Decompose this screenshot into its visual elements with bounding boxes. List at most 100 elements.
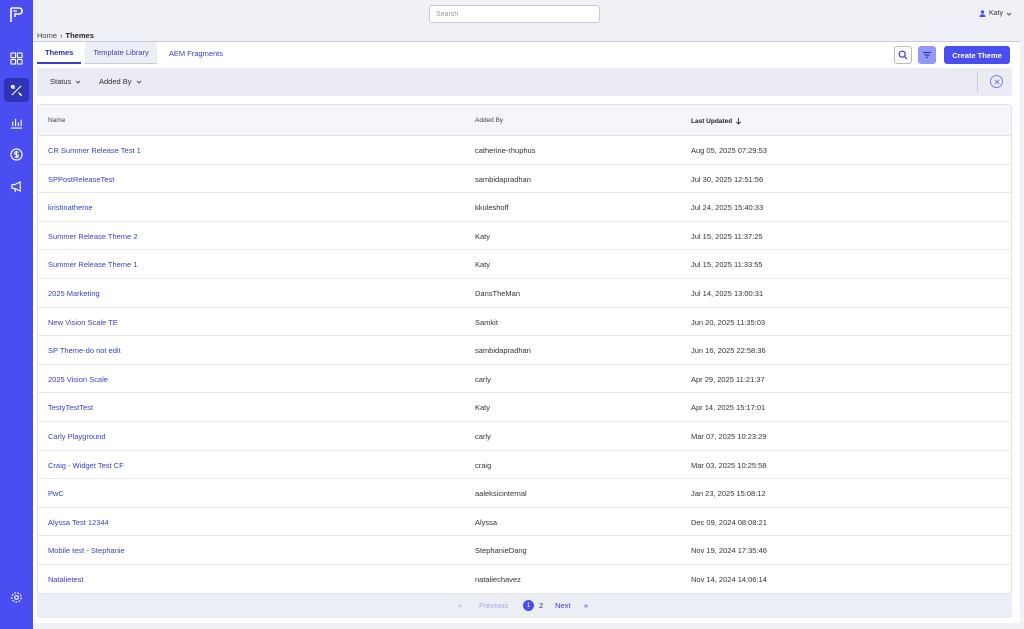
status-filter-label: Status [50,77,72,86]
theme-name-link[interactable]: 2025 Vision Scale [48,375,108,384]
last-updated-cell: Jul 14, 2025 13:00:31 [691,288,764,298]
sidebar-themes[interactable] [4,78,29,102]
app-logo-icon[interactable] [8,6,24,24]
theme-name-link[interactable]: 2025 Marketing [48,289,100,298]
theme-name-link[interactable]: Craig - Widget Test CF [48,461,124,470]
table-row[interactable]: Summer Release Theme 1 Katy Jul 15, 2025 1… [38,250,1011,279]
column-added-by-label: Added By [475,117,504,124]
pagination: « Previous 1 2 Next » [37,594,1012,618]
user-menu[interactable]: Katy [979,10,1012,17]
breadcrumb-home[interactable]: Home [37,31,57,40]
sidebar-analytics[interactable] [4,110,29,134]
filter-toggle-button[interactable] [918,46,936,64]
last-updated-cell: Apr 29, 2025 11:21:37 [691,374,765,384]
tab-template-library[interactable]: Template Library [85,42,157,64]
first-page-button[interactable]: « [458,601,462,610]
table-row[interactable]: TestyTestTest Katy Apr 14, 2025 15:17:01 [38,393,1011,422]
sidebar-settings[interactable] [4,585,29,609]
added-by-cell: aaleksicinternal [475,489,527,499]
clear-filters-button[interactable] [990,75,1003,88]
table-row[interactable]: 2025 Vision Scale carly Apr 29, 2025 11:21… [38,365,1011,394]
theme-name-link[interactable]: TestyTestTest [48,403,93,412]
table-row[interactable]: Craig - Widget Test CF craig Mar 03, 2025 … [38,451,1011,480]
sidebar [0,0,33,629]
next-page-button[interactable]: Next [555,601,570,610]
theme-name-link[interactable]: kristinatheme [48,203,93,212]
theme-name-link[interactable]: SP Theme-do not edit [48,346,121,355]
sidebar-dashboard[interactable] [4,46,29,70]
sidebar-campaigns[interactable] [4,174,29,198]
added-by-cell: Katy [475,231,491,241]
column-last-updated-header[interactable]: Last Updated [691,117,742,125]
table-row[interactable]: SPPostReleaseTest sambidapradhan Jul 30, 2… [38,165,1011,194]
tab-aem-fragments[interactable]: AEM Fragments [161,42,231,64]
close-icon [994,79,999,84]
theme-name-link[interactable]: SPPostReleaseTest [48,175,114,184]
added-by-cell: sambidapradhan [475,346,531,356]
theme-name-link[interactable]: Summer Release Theme 2 [48,232,137,241]
table-row[interactable]: Mobile test - Stephanie StephanieDang Nov … [38,536,1011,565]
added-by-cell: Alyssa [475,517,498,527]
dollar-icon [10,147,23,161]
previous-page-button[interactable]: Previous [479,601,508,610]
table-row[interactable]: kristinatheme kkuleshoff Jul 24, 2025 15:4… [38,193,1011,222]
table-row[interactable]: 2025 Marketing DansTheMan Jul 14, 2025 13:… [38,279,1011,308]
table-row[interactable]: PwC aaleksicinternal Jan 23, 2025 15:08:12 [38,479,1011,508]
theme-name-link[interactable]: Carly Playground [48,432,106,441]
table-row[interactable]: Natalietest nataliechavez Nov 14, 2024 14:… [38,565,1011,594]
create-theme-button[interactable]: Create Theme [944,46,1010,64]
table-row[interactable]: SP Theme-do not edit sambidapradhan Jun 16… [38,336,1011,365]
last-updated-cell: Apr 14, 2025 15:17:01 [691,403,766,413]
table-row[interactable]: Carly Playground carly Mar 07, 2025 10:23:… [38,422,1011,451]
table-row[interactable]: New Vision Scale TE Samkit Jun 20, 2025 11… [38,308,1011,337]
added-by-cell: craig [475,460,492,470]
breadcrumb: Home › Themes [37,31,94,40]
breadcrumb-current: Themes [65,31,94,40]
table-body: CR Summer Release Test 1 catherine-rhuphu… [38,136,1011,594]
bar-chart-icon [10,118,23,129]
last-updated-cell: Aug 05, 2025 07:29:53 [691,146,767,155]
last-updated-cell: Dec 09, 2024 08:08:21 [691,517,767,527]
status-filter[interactable]: Status [50,77,81,86]
last-page-button[interactable]: » [584,601,588,610]
main-panel: Themes Template Library AEM Fragments Cr… [33,41,1020,623]
added-by-cell: Katy [475,260,491,270]
added-by-cell: nataliechavez [475,574,521,584]
table-row[interactable]: CR Summer Release Test 1 catherine-rhuphu… [38,136,1011,165]
theme-name-link[interactable]: Natalietest [48,575,83,584]
dashboard-grid-icon [10,51,23,65]
table-row[interactable]: Alyssa Test 12344 Alyssa Dec 09, 2024 08:0… [38,508,1011,537]
theme-name-link[interactable]: New Vision Scale TE [48,318,118,327]
theme-name-link[interactable]: Summer Release Theme 1 [48,260,137,269]
last-updated-cell: Jul 15, 2025 11:33:55 [691,260,763,270]
sidebar-billing[interactable] [4,142,29,166]
last-updated-cell: Jul 30, 2025 12:51:56 [691,174,764,184]
search-input[interactable] [429,5,600,23]
themes-table: Name Added By Last Updated CR Summer Rel… [37,104,1012,595]
column-name-header[interactable]: Name [48,117,65,124]
added-by-cell: DansTheMan [475,288,521,298]
theme-name-link[interactable]: Mobile test - Stephanie [48,546,125,555]
theme-name-link[interactable]: Alyssa Test 12344 [48,518,109,527]
search-icon [898,50,908,60]
added-by-cell: Samkit [475,317,498,327]
last-updated-cell: Jul 24, 2025 15:40:33 [691,203,764,213]
tab-themes[interactable]: Themes [37,42,82,64]
chevron-down-icon [75,80,81,84]
design-tools-icon [10,84,23,96]
column-added-by-header[interactable]: Added By [475,117,503,124]
table-search-button[interactable] [894,46,912,64]
added-by-cell: carly [475,374,491,384]
page-1-button[interactable]: 1 [523,600,534,611]
last-updated-cell: Jun 16, 2025 22:58:36 [691,346,766,356]
theme-name-link[interactable]: PwC [48,489,64,498]
added-by-filter[interactable]: Added By [99,77,142,86]
page-2-button[interactable]: 2 [539,601,543,610]
megaphone-icon [11,180,21,192]
table-row[interactable]: Summer Release Theme 2 Katy Jul 15, 2025 1… [38,222,1011,251]
added-by-cell: Katy [475,403,491,413]
theme-name-link[interactable]: CR Summer Release Test 1 [48,146,141,155]
added-by-cell: sambidapradhan [475,174,531,184]
last-updated-cell: Nov 14, 2024 14:06:14 [691,574,767,584]
filter-bar: Status Added By [37,68,1012,96]
